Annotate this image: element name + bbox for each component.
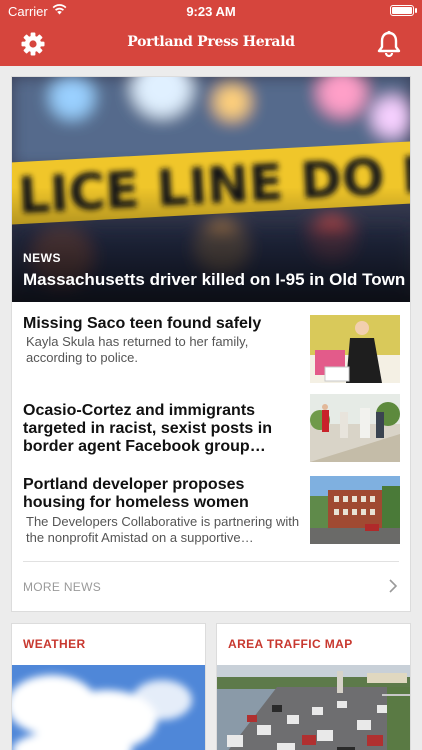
story-summary: The Developers Collaborative is partneri… bbox=[26, 514, 300, 545]
weather-image bbox=[12, 665, 205, 750]
traffic-image bbox=[217, 665, 410, 750]
weather-card[interactable]: WEATHER bbox=[11, 623, 206, 750]
story-thumbnail bbox=[310, 394, 400, 462]
weather-label: WEATHER bbox=[23, 637, 86, 651]
battery-icon bbox=[390, 5, 414, 16]
hero-photo: LICE LINE DO NOT CR bbox=[12, 77, 410, 302]
story-item[interactable]: Ocasio-Cortez and immigrants targeted in… bbox=[23, 394, 403, 464]
hero-headline[interactable]: Massachusetts driver killed on I-95 in O… bbox=[23, 270, 405, 290]
story-title[interactable]: Ocasio-Cortez and immigrants targeted in… bbox=[23, 402, 303, 456]
story-summary: Kayla Skula has returned to her family, … bbox=[26, 334, 249, 365]
status-bar: Carrier 9:23 AM bbox=[0, 0, 422, 22]
story-title[interactable]: Missing Saco teen found safely bbox=[23, 315, 303, 333]
app-header: Portland Press Herald bbox=[0, 22, 422, 66]
hero-story[interactable]: LICE LINE DO NOT CR NEWS Massachusetts d… bbox=[12, 77, 410, 302]
divider bbox=[23, 561, 399, 562]
news-card: LICE LINE DO NOT CR NEWS Massachusetts d… bbox=[11, 76, 411, 612]
traffic-map-card[interactable]: AREA TRAFFIC MAP bbox=[216, 623, 411, 750]
app-logo: Portland Press Herald bbox=[127, 34, 295, 50]
story-item[interactable]: Missing Saco teen found safely Kayla Sku… bbox=[23, 315, 403, 385]
bell-icon[interactable] bbox=[376, 30, 402, 58]
story-category: NEWS bbox=[23, 251, 61, 265]
more-news-link[interactable]: MORE NEWS bbox=[23, 580, 101, 594]
story-thumbnail bbox=[310, 315, 400, 383]
clock: 9:23 AM bbox=[186, 4, 236, 19]
story-thumbnail bbox=[310, 476, 400, 544]
story-title[interactable]: Portland developer proposes housing for … bbox=[23, 476, 303, 512]
story-item[interactable]: Portland developer proposes housing for … bbox=[23, 476, 403, 548]
battery-tip bbox=[415, 8, 417, 13]
chevron-right-icon[interactable] bbox=[388, 578, 398, 594]
traffic-map-label: AREA TRAFFIC MAP bbox=[228, 637, 353, 651]
